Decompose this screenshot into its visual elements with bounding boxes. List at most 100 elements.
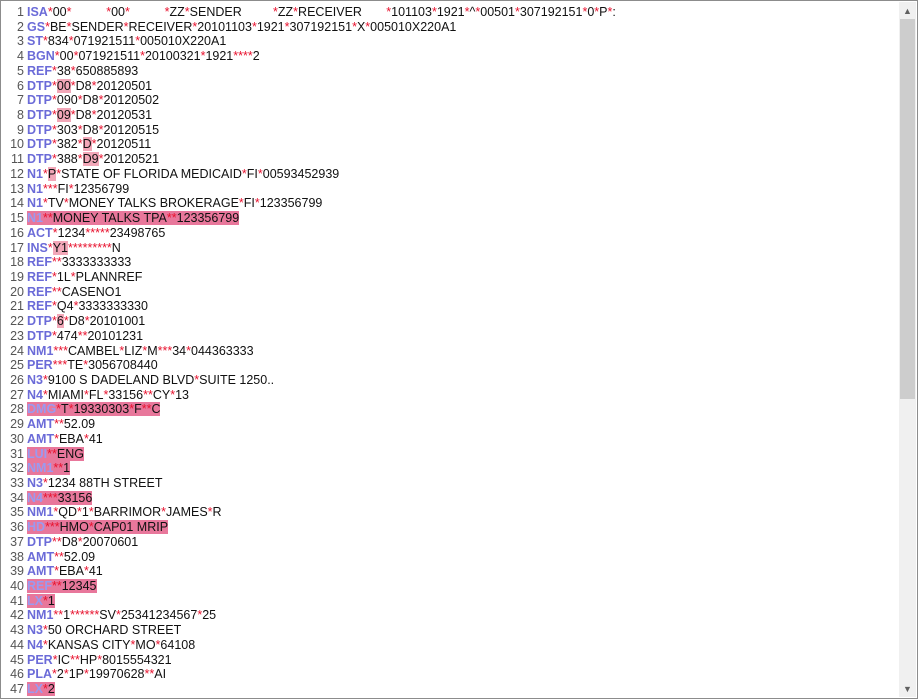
element-value: 20120521	[103, 152, 160, 167]
element-value: 33156	[108, 387, 144, 402]
line-number: 2	[17, 19, 24, 34]
delimiter: ****	[233, 49, 253, 64]
error-segment-line[interactable]: DMG*T*19330303*F**C	[27, 402, 897, 417]
element-value: FI	[243, 196, 255, 211]
element-value: 1234 88TH STREET	[47, 476, 163, 490]
segment-line[interactable]: N1*P*STATE OF FLORIDA MEDICAID*FI*005934…	[27, 166, 897, 182]
segment-line[interactable]: ST*834*071921511*005010X220A1	[27, 34, 897, 49]
delimiter: **	[144, 667, 155, 682]
segment-line[interactable]: DTP*303*D8*20120515	[27, 123, 897, 138]
element-value: 8015554321	[102, 652, 172, 667]
segment-line[interactable]: ACT*1234*****23498765	[27, 226, 897, 241]
chevron-up-icon[interactable]: ▲	[899, 2, 916, 19]
segment-line[interactable]: DTP*090*D8*20120502	[27, 93, 897, 108]
scrollbar-thumb[interactable]	[900, 19, 915, 399]
segment-id: N4	[27, 490, 43, 505]
segment-line[interactable]: N4*KANSAS CITY*MO*64108	[27, 638, 897, 653]
segment-line[interactable]: N3*9100 S DADELAND BLVD*SUITE 1250..	[27, 373, 897, 388]
element-value: 101103	[391, 5, 432, 19]
segment-id: N3	[27, 476, 43, 490]
element-value: :	[612, 5, 616, 19]
segment-id: INS	[27, 240, 48, 255]
segment-line[interactable]: N1*TV*MONEY TALKS BROKERAGE*FI*123356799	[27, 196, 897, 211]
segment-line[interactable]: DTP**D8*20070601	[27, 535, 897, 550]
segment-line[interactable]: REF*38*650885893	[27, 64, 897, 79]
segment-line[interactable]: PER*IC**HP*8015554321	[27, 653, 897, 668]
segment-line[interactable]: BGN*00*071921511*20100321*1921****2	[27, 49, 897, 64]
element-value: 1	[63, 461, 71, 476]
element-value: 00	[59, 49, 74, 64]
segment-line[interactable]: PLA*2*1P*19970628**AI	[27, 667, 897, 682]
segment-line[interactable]: PER***TE*3056708440	[27, 358, 897, 373]
segment-id: ST	[27, 34, 43, 49]
segment-line[interactable]: DTP*00*D8*20120501	[27, 78, 897, 94]
error-segment-line[interactable]: HD***HMO*CAP01 MRIP	[27, 520, 897, 535]
error-segment-line[interactable]: LX*2	[27, 682, 897, 697]
line-number: 10	[10, 137, 24, 152]
element-value: 1921	[256, 19, 285, 34]
segment-line[interactable]: REF**3333333333	[27, 255, 897, 270]
error-segment-line[interactable]: N4***33156	[27, 490, 897, 506]
element-value: FL	[88, 387, 104, 402]
segment-line[interactable]: AMT**52.09	[27, 417, 897, 432]
chevron-down-icon[interactable]: ▼	[899, 680, 916, 697]
segment-id: DTP	[27, 314, 52, 329]
line-number: 20	[10, 284, 24, 299]
line-number: 27	[10, 387, 24, 402]
delimiter: **	[42, 211, 53, 226]
element-value: SENDER	[71, 19, 124, 34]
segment-id: NM1	[27, 608, 54, 623]
element-value: D8	[75, 78, 92, 93]
segment-line[interactable]: ISA*00* *00* *ZZ*SENDER *ZZ*RECEIVER *10…	[27, 5, 897, 20]
element-value: FI	[57, 181, 69, 196]
error-segment-line[interactable]: REF**12345	[27, 579, 897, 594]
error-segment-line[interactable]: LUI**ENG	[27, 446, 897, 462]
segment-line[interactable]: NM1**1******SV*25341234567*25	[27, 608, 897, 623]
edi-text-editor[interactable]: 1 2 3 4 5 6 7 8 9 10 11 12 13 14 15 16 17 18 19 20 21 22 23 24 2…	[0, 0, 918, 699]
delimiter: **	[70, 652, 80, 667]
segment-line[interactable]: DTP*388*D9*20120521	[27, 152, 897, 167]
element-value: AI	[154, 667, 167, 682]
segment-line[interactable]: DTP*382*D*20120511	[27, 137, 897, 152]
segment-line[interactable]: DTP*474**20101231	[27, 329, 897, 344]
edi-content[interactable]: ISA*00* *00* *ZZ*SENDER *ZZ*RECEIVER *10…	[27, 5, 897, 697]
element-value: R	[212, 505, 222, 520]
segment-line[interactable]: AMT*EBA*41	[27, 564, 897, 579]
delimiter: ***	[42, 181, 58, 196]
segment-id: PLA	[27, 667, 52, 682]
segment-id: LX	[27, 593, 43, 608]
segment-line[interactable]: REF*1L*PLANNREF	[27, 270, 897, 285]
element-value: EBA	[58, 564, 84, 579]
segment-line[interactable]: N3*50 ORCHARD STREET	[27, 623, 897, 638]
error-highlight: LX*2	[27, 682, 55, 697]
segment-line[interactable]: GS*BE*SENDER*RECEIVER*20101103*1921*3071…	[27, 20, 897, 35]
element-value: 20101103	[197, 19, 252, 34]
segment-line[interactable]: NM1*QD*1*BARRIMOR*JAMES*R	[27, 505, 897, 520]
element-value: 25	[202, 608, 217, 623]
error-segment-line[interactable]: NM1**1	[27, 461, 897, 476]
segment-line[interactable]: DTP*09*D8*20120531	[27, 108, 897, 123]
element-value: F	[134, 402, 142, 417]
element-value: ZZ	[277, 5, 294, 19]
segment-line[interactable]: AMT**52.09	[27, 550, 897, 565]
segment-line[interactable]: N3*1234 88TH STREET	[27, 476, 897, 491]
element-value: BE	[49, 19, 67, 34]
segment-line[interactable]: N1***FI*12356799	[27, 182, 897, 197]
segment-line[interactable]: INS*Y1*********N	[27, 240, 897, 256]
delimiter: **	[53, 461, 64, 476]
element-value: 00501	[480, 5, 516, 19]
segment-line[interactable]: N4*MIAMI*FL*33156**CY*13	[27, 388, 897, 403]
segment-line[interactable]: REF*Q4*3333333330	[27, 299, 897, 314]
line-number-gutter: 1 2 3 4 5 6 7 8 9 10 11 12 13 14 15 16 17 18 19 20 21 22 23 24 2…	[2, 5, 26, 697]
segment-line[interactable]: NM1***CAMBEL*LIZ*M***34*044363333	[27, 344, 897, 359]
segment-id: DTP	[27, 93, 52, 108]
error-segment-line[interactable]: N1**MONEY TALKS TPA**123356799	[27, 211, 897, 226]
segment-line[interactable]: DTP*6*D8*20101001	[27, 314, 897, 329]
segment-line[interactable]: AMT*EBA*41	[27, 432, 897, 447]
element-value: 071921511	[73, 34, 136, 49]
line-number: 28	[10, 402, 24, 417]
segment-line[interactable]: REF**CASENO1	[27, 285, 897, 300]
segment-id: AMT	[27, 549, 55, 564]
vertical-scrollbar[interactable]: ▲ ▼	[899, 2, 916, 697]
error-segment-line[interactable]: LX*1	[27, 593, 897, 609]
